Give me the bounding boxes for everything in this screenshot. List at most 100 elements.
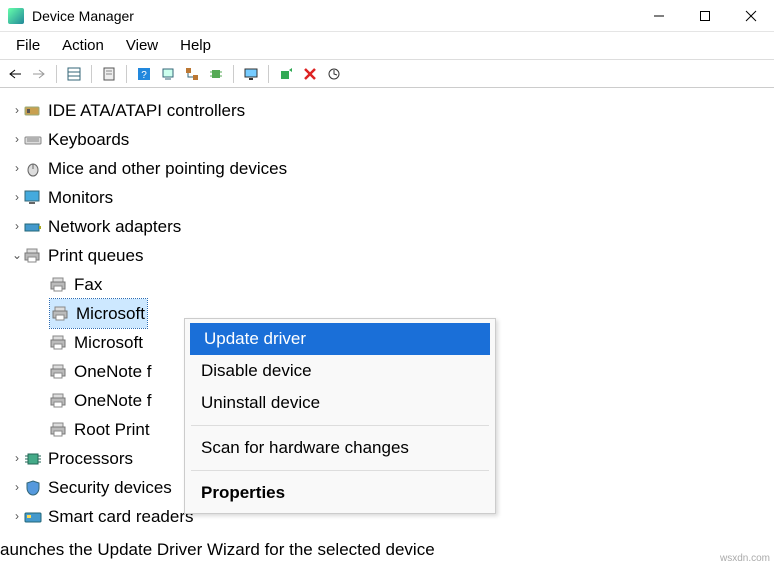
tree-label[interactable]: Microsoft xyxy=(50,299,147,328)
uninstall-button[interactable] xyxy=(299,63,321,85)
scan-hardware-button[interactable] xyxy=(323,63,345,85)
devices-by-connection-button[interactable] xyxy=(181,63,203,85)
chevron-right-icon[interactable]: › xyxy=(10,212,24,241)
context-menu-item[interactable]: Disable device xyxy=(187,355,493,387)
monitor-refresh-icon xyxy=(244,67,258,81)
chevron-right-icon[interactable]: › xyxy=(10,502,24,531)
tree-node[interactable]: Fax xyxy=(4,270,770,299)
printer-icon xyxy=(24,247,42,265)
security-icon xyxy=(24,479,42,497)
close-button[interactable] xyxy=(728,0,774,32)
tree-node[interactable]: ›Mice and other pointing devices xyxy=(4,154,770,183)
tree-node[interactable]: › Monitors xyxy=(4,183,770,212)
tree-label[interactable]: OneNote f xyxy=(50,386,152,415)
tree-label[interactable]: Network adapters xyxy=(24,212,181,241)
netadapter-icon xyxy=(24,218,42,236)
tree-label-text: Microsoft xyxy=(74,328,143,357)
help-icon: ? xyxy=(137,67,151,81)
context-menu-item[interactable]: Uninstall device xyxy=(187,387,493,419)
tree-label-text: Network adapters xyxy=(48,212,181,241)
tree-label[interactable]: Fax xyxy=(50,270,102,299)
tree-label-text: Keyboards xyxy=(48,125,129,154)
tree-label-text: Monitors xyxy=(48,183,113,212)
x-icon xyxy=(303,67,317,81)
refresh-icon xyxy=(327,67,341,81)
menu-separator xyxy=(191,425,489,426)
chevron-right-icon[interactable]: › xyxy=(10,96,24,125)
menu-action[interactable]: Action xyxy=(52,35,114,56)
tree-node[interactable]: › Network adapters xyxy=(4,212,770,241)
properties-icon xyxy=(102,67,116,81)
tree-label[interactable]: Security devices xyxy=(24,473,172,502)
tree-label-text: IDE ATA/ATAPI controllers xyxy=(48,96,245,125)
show-hidden-button[interactable] xyxy=(63,63,85,85)
app-icon xyxy=(8,8,24,24)
titlebar: Device Manager xyxy=(0,0,774,32)
chevron-right-icon[interactable]: › xyxy=(10,183,24,212)
monitor-icon xyxy=(24,189,42,207)
tree-icon xyxy=(185,67,199,81)
tree-label-text: Microsoft xyxy=(76,299,145,328)
menu-help[interactable]: Help xyxy=(170,35,221,56)
context-menu-item[interactable]: Properties xyxy=(187,477,493,509)
chevron-right-icon[interactable]: › xyxy=(10,154,24,183)
tree-label-text: Root Print xyxy=(74,415,150,444)
tree-label[interactable]: IDE ATA/ATAPI controllers xyxy=(24,96,245,125)
help-button[interactable]: ? xyxy=(133,63,155,85)
enable-icon xyxy=(279,67,293,81)
forward-arrow-icon xyxy=(32,68,46,80)
tree-label[interactable]: Monitors xyxy=(24,183,113,212)
tree-label-text: OneNote f xyxy=(74,386,152,415)
devices-by-type-button[interactable] xyxy=(157,63,179,85)
menu-file[interactable]: File xyxy=(6,35,50,56)
tree-label[interactable]: OneNote f xyxy=(50,357,152,386)
window-title: Device Manager xyxy=(32,8,134,24)
back-arrow-icon xyxy=(8,68,22,80)
tree-label-text: Fax xyxy=(74,270,102,299)
tree-label-text: Processors xyxy=(48,444,133,473)
tree-label-text: Smart card readers xyxy=(48,502,194,531)
forward-button[interactable] xyxy=(28,63,50,85)
context-menu-item[interactable]: Update driver xyxy=(190,323,490,355)
printer-icon xyxy=(50,363,68,381)
tree-node[interactable]: ⌄ Print queues xyxy=(4,241,770,270)
chevron-right-icon[interactable]: › xyxy=(10,444,24,473)
close-icon xyxy=(745,10,757,22)
watermark: wsxdn.com xyxy=(720,553,770,564)
minimize-button[interactable] xyxy=(636,0,682,32)
tree-label-text: Print queues xyxy=(48,241,143,270)
context-menu-item[interactable]: Scan for hardware changes xyxy=(187,432,493,464)
properties-button[interactable] xyxy=(98,63,120,85)
printer-icon xyxy=(50,334,68,352)
menu-view[interactable]: View xyxy=(116,35,168,56)
smartcard-icon xyxy=(24,508,42,526)
maximize-icon xyxy=(699,10,711,22)
computer-icon xyxy=(161,67,175,81)
keyboard-icon xyxy=(24,131,42,149)
enable-device-button[interactable] xyxy=(275,63,297,85)
chevron-right-icon[interactable]: › xyxy=(10,125,24,154)
update-driver-button[interactable] xyxy=(240,63,262,85)
chevron-right-icon[interactable]: › xyxy=(10,473,24,502)
tree-label[interactable]: Print queues xyxy=(24,241,143,270)
chevron-down-icon[interactable]: ⌄ xyxy=(10,241,24,270)
tree-node[interactable]: › Keyboards xyxy=(4,125,770,154)
grid-icon xyxy=(67,67,81,81)
tree-label[interactable]: Keyboards xyxy=(24,125,129,154)
menu-separator xyxy=(191,470,489,471)
printer-icon xyxy=(52,305,70,323)
tree-node[interactable]: › IDE ATA/ATAPI controllers xyxy=(4,96,770,125)
maximize-button[interactable] xyxy=(682,0,728,32)
tree-label[interactable]: Mice and other pointing devices xyxy=(24,154,287,183)
tree-label[interactable]: Smart card readers xyxy=(24,502,194,531)
chip-icon xyxy=(209,67,223,81)
menubar: File Action View Help xyxy=(0,32,774,60)
resources-by-type-button[interactable] xyxy=(205,63,227,85)
ide-icon xyxy=(24,102,42,120)
back-button[interactable] xyxy=(4,63,26,85)
tree-label[interactable]: Root Print xyxy=(50,415,150,444)
tree-label-text: Security devices xyxy=(48,473,172,502)
tree-label[interactable]: Microsoft xyxy=(50,328,143,357)
toolbar: ? xyxy=(0,60,774,88)
tree-label[interactable]: Processors xyxy=(24,444,133,473)
